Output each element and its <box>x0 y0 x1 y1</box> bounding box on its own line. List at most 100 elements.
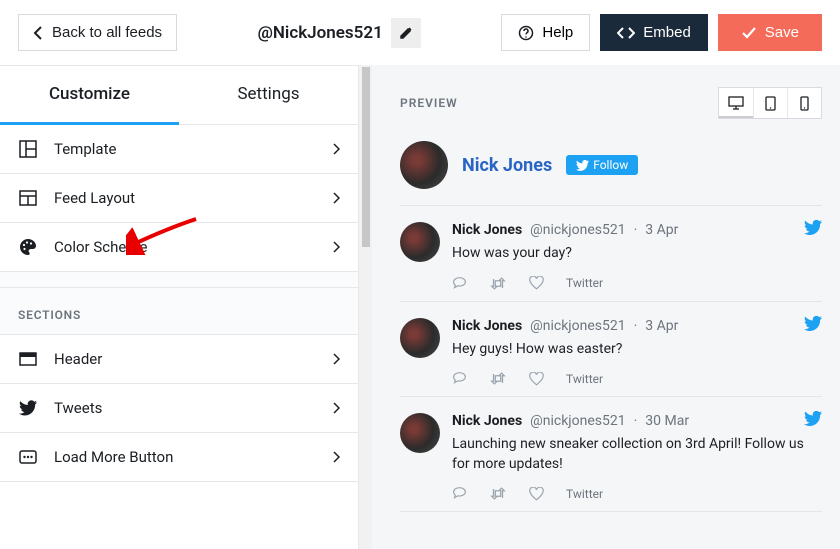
device-mobile[interactable] <box>787 88 821 118</box>
tweets-list: Nick Jones@nickjones521·3 AprHow was you… <box>400 206 822 512</box>
tweet-date: 30 Mar <box>645 413 689 429</box>
load-more-icon <box>18 447 38 467</box>
sidebar-gap <box>0 272 358 288</box>
save-label: Save <box>765 24 799 41</box>
tweet-actions: Twitter <box>452 486 822 501</box>
tweet-actions: Twitter <box>452 276 822 291</box>
retweet-icon[interactable] <box>489 372 507 385</box>
tab-customize[interactable]: Customize <box>0 66 179 125</box>
chevron-right-icon <box>333 241 340 253</box>
profile-name: Nick Jones <box>462 155 552 176</box>
twitter-bird-icon <box>804 411 822 426</box>
like-icon[interactable] <box>529 487 544 501</box>
embed-label: Embed <box>643 24 691 41</box>
chevron-left-icon <box>33 26 42 40</box>
menu-feed-layout[interactable]: Feed Layout <box>0 174 358 223</box>
menu-color-scheme-label: Color Scheme <box>54 238 317 256</box>
chevron-right-icon <box>333 353 340 365</box>
tweet-author: Nick Jones <box>452 222 522 238</box>
tweet-head: Nick Jones@nickjones521·30 Mar <box>452 413 822 429</box>
chevron-right-icon <box>333 192 340 204</box>
pencil-icon <box>399 26 413 40</box>
tweet-author: Nick Jones <box>452 318 522 334</box>
template-icon <box>18 139 38 159</box>
tweet-head: Nick Jones@nickjones521·3 Apr <box>452 222 822 238</box>
follow-label: Follow <box>593 158 628 172</box>
tweet-text: How was your day? <box>452 244 822 264</box>
feed-title: @NickJones521 <box>258 23 383 43</box>
reply-icon[interactable] <box>452 371 467 386</box>
profile-avatar <box>400 141 448 189</box>
tweet-text: Launching new sneaker collection on 3rd … <box>452 435 822 474</box>
tweet-date: 3 Apr <box>645 318 678 334</box>
follow-button[interactable]: Follow <box>566 155 638 175</box>
help-label: Help <box>542 24 573 41</box>
like-icon[interactable] <box>529 276 544 290</box>
twitter-icon <box>576 160 589 171</box>
palette-icon <box>18 237 38 257</box>
menu-load-more-label: Load More Button <box>54 448 317 466</box>
help-button[interactable]: Help <box>501 14 590 51</box>
back-label: Back to all feeds <box>52 24 162 41</box>
tweet-source[interactable]: Twitter <box>566 487 603 501</box>
chevron-right-icon <box>333 143 340 155</box>
check-icon <box>741 26 757 40</box>
preview-label: PREVIEW <box>400 96 718 110</box>
reply-icon[interactable] <box>452 486 467 501</box>
save-button[interactable]: Save <box>718 14 822 51</box>
title-wrap: @NickJones521 <box>187 18 491 48</box>
code-icon <box>617 26 635 40</box>
retweet-icon[interactable] <box>489 277 507 290</box>
menu-template[interactable]: Template <box>0 125 358 174</box>
top-bar: Back to all feeds @NickJones521 Help Emb… <box>0 0 840 65</box>
tweet-item: Nick Jones@nickjones521·3 AprHey guys! H… <box>400 302 822 398</box>
profile-header: Nick Jones Follow <box>400 141 822 206</box>
edit-title-button[interactable] <box>391 18 421 48</box>
twitter-bird-icon <box>804 316 822 331</box>
tab-settings[interactable]: Settings <box>179 66 358 125</box>
menu-template-label: Template <box>54 140 317 158</box>
tweet-text: Hey guys! How was easter? <box>452 340 822 360</box>
menu-tweets[interactable]: Tweets <box>0 384 358 433</box>
tweet-avatar <box>400 222 440 262</box>
twitter-bird-icon <box>804 220 822 235</box>
sections-header: SECTIONS <box>0 288 358 335</box>
menu-color-scheme[interactable]: Color Scheme <box>0 223 358 272</box>
layout-icon <box>18 188 38 208</box>
tweet-item: Nick Jones@nickjones521·30 Mar Launching … <box>400 397 822 512</box>
device-desktop[interactable] <box>719 88 753 118</box>
tweet-handle: @nickjones521 <box>530 222 625 238</box>
sidebar-scrollbar[interactable] <box>358 65 372 549</box>
chevron-right-icon <box>333 451 340 463</box>
tweet-item: Nick Jones@nickjones521·3 AprHow was you… <box>400 206 822 302</box>
embed-button[interactable]: Embed <box>600 14 708 51</box>
tweet-handle: @nickjones521 <box>530 318 625 334</box>
tweet-actions: Twitter <box>452 371 822 386</box>
device-toggle <box>718 87 822 119</box>
tweet-source[interactable]: Twitter <box>566 372 603 386</box>
sidebar: Customize Settings Template Feed Layout … <box>0 65 358 549</box>
device-tablet[interactable] <box>753 88 787 118</box>
menu-load-more[interactable]: Load More Button <box>0 433 358 482</box>
twitter-icon <box>18 398 38 418</box>
chevron-right-icon <box>333 402 340 414</box>
back-button[interactable]: Back to all feeds <box>18 14 177 51</box>
menu-tweets-label: Tweets <box>54 399 317 417</box>
preview-header: PREVIEW <box>400 87 822 119</box>
top-actions: Help Embed Save <box>501 14 822 51</box>
help-icon <box>518 25 534 41</box>
like-icon[interactable] <box>529 372 544 386</box>
tweet-head: Nick Jones@nickjones521·3 Apr <box>452 318 822 334</box>
tweet-avatar <box>400 318 440 358</box>
tweet-source[interactable]: Twitter <box>566 276 603 290</box>
menu-header[interactable]: Header <box>0 335 358 384</box>
sidebar-tabs: Customize Settings <box>0 66 358 125</box>
menu-header-label: Header <box>54 350 317 368</box>
tweet-date: 3 Apr <box>645 222 678 238</box>
retweet-icon[interactable] <box>489 487 507 500</box>
reply-icon[interactable] <box>452 276 467 291</box>
tweet-body: Nick Jones@nickjones521·3 AprHow was you… <box>452 222 822 291</box>
menu-feed-layout-label: Feed Layout <box>54 189 317 207</box>
tweet-body: Nick Jones@nickjones521·30 Mar Launching … <box>452 413 822 501</box>
scrollbar-thumb[interactable] <box>362 67 370 247</box>
